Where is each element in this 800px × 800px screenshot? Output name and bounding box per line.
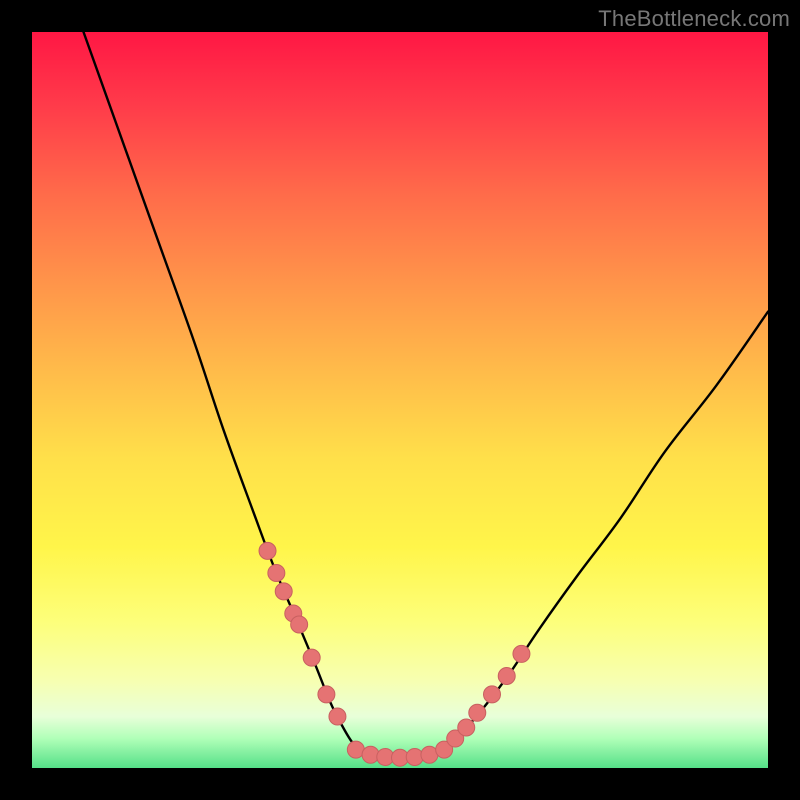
marker-dot (458, 719, 475, 736)
marker-dot (362, 746, 379, 763)
v-curve (84, 32, 768, 758)
marker-dot (303, 649, 320, 666)
marker-dot (484, 686, 501, 703)
chart-frame: TheBottleneck.com (0, 0, 800, 800)
marker-group (259, 542, 530, 766)
marker-dot (469, 704, 486, 721)
watermark-text: TheBottleneck.com (598, 6, 790, 32)
marker-dot (498, 668, 515, 685)
marker-dot (268, 564, 285, 581)
marker-dot (513, 645, 530, 662)
marker-dot (329, 708, 346, 725)
plot-area (32, 32, 768, 768)
marker-dot (406, 748, 423, 765)
marker-dot (318, 686, 335, 703)
marker-dot (259, 542, 276, 559)
marker-dot (291, 616, 308, 633)
marker-dot (275, 583, 292, 600)
chart-svg (32, 32, 768, 768)
